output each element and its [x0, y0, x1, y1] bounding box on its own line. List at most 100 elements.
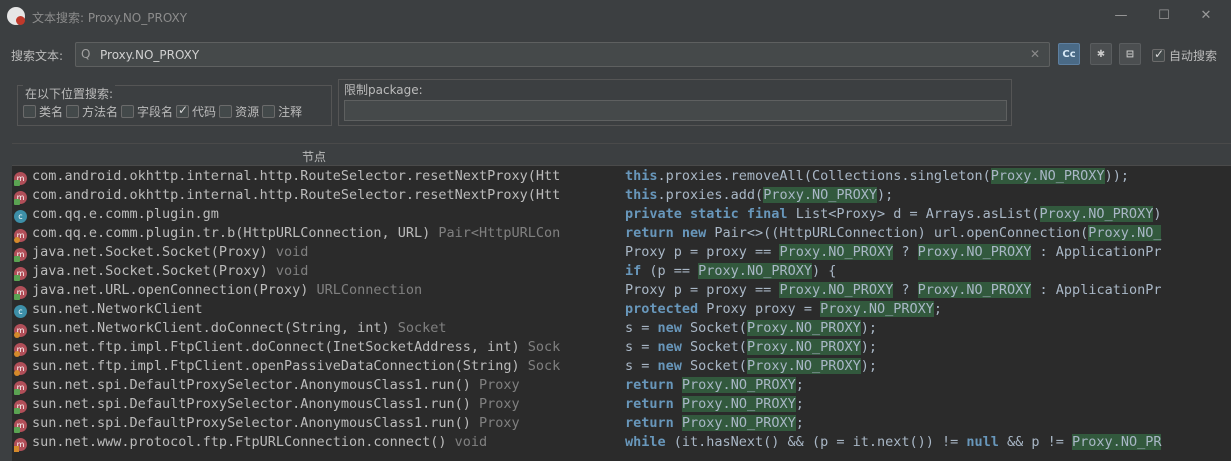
scope-checkbox[interactable]: [121, 105, 135, 118]
result-row[interactable]: m java.net.Socket.Socket(Proxy) void: [12, 243, 616, 262]
method-icon: m: [14, 419, 27, 433]
maximize-button[interactable]: ☐: [1149, 5, 1179, 27]
result-row[interactable]: c sun.net.NetworkClient: [12, 300, 616, 319]
match-highlight: Proxy.NO_PROXY: [990, 168, 1105, 184]
code-token: && p !=: [998, 434, 1073, 450]
method-icon: m: [14, 362, 27, 376]
result-code-line[interactable]: this.proxies.add(Proxy.NO_PROXY);: [625, 186, 1231, 205]
method-icon: m: [14, 324, 27, 338]
method-icon: m: [14, 229, 27, 243]
result-code-line[interactable]: s = new Socket(Proxy.NO_PROXY);: [625, 338, 1231, 357]
auto-search-checkbox[interactable]: [1152, 47, 1165, 62]
scope-checkbox[interactable]: [262, 105, 276, 118]
app-logo-icon: [7, 7, 25, 25]
result-code-line[interactable]: s = new Socket(Proxy.NO_PROXY);: [625, 319, 1231, 338]
scope-checkbox[interactable]: [219, 105, 233, 118]
result-row[interactable]: m sun.net.ftp.impl.FtpClient.doConnect(In…: [12, 338, 616, 357]
result-row[interactable]: m com.qq.e.comm.plugin.tr.b(HttpURLConnec…: [12, 224, 616, 243]
result-return-type: URLConnection: [308, 282, 423, 298]
auto-search-toggle[interactable]: 自动搜索: [1152, 47, 1217, 64]
title-bar: 文本搜索: Proxy.NO_PROXY — ☐ ✕: [0, 0, 1231, 34]
code-token: ?: [893, 282, 918, 298]
scope-option[interactable]: 方法名: [66, 103, 118, 120]
package-limit-title: 限制package:: [344, 83, 423, 97]
code-token: ) {: [811, 263, 837, 279]
code-token: if: [625, 263, 642, 279]
result-node-name: sun.net.NetworkClient.doConnect(String, …: [32, 320, 390, 336]
result-code-line[interactable]: if (p == Proxy.NO_PROXY) {: [625, 262, 1231, 281]
match-highlight: Proxy.NO_PROXY: [779, 282, 894, 298]
result-code-line[interactable]: protected Proxy proxy = Proxy.NO_PROXY;: [625, 300, 1231, 319]
result-row[interactable]: m sun.net.spi.DefaultProxySelector.Anonym…: [12, 376, 616, 395]
result-node-name: sun.net.spi.DefaultProxySelector.Anonymo…: [32, 377, 471, 393]
class-icon: c: [14, 210, 27, 223]
search-icon: Q: [81, 47, 91, 61]
result-row[interactable]: c com.qq.e.comm.plugin.gm: [12, 205, 616, 224]
search-value[interactable]: Proxy.NO_PROXY: [100, 48, 199, 62]
code-token: protected: [625, 301, 699, 317]
search-scope-group: 在以下位置搜索: 类名 方法名 字段名 代码 资源 注释: [17, 85, 332, 126]
minimize-button[interactable]: —: [1106, 5, 1136, 27]
code-token: ?: [893, 244, 918, 260]
scope-option[interactable]: 资源: [219, 103, 259, 120]
scope-option[interactable]: 注释: [262, 103, 302, 120]
result-code-line[interactable]: while (it.hasNext() && (p = it.next()) !…: [625, 433, 1231, 452]
method-icon: m: [14, 343, 27, 357]
result-row[interactable]: m sun.net.www.protocol.ftp.FtpURLConnecti…: [12, 433, 616, 452]
result-row[interactable]: m sun.net.spi.DefaultProxySelector.Anonym…: [12, 414, 616, 433]
result-row[interactable]: m com.android.okhttp.internal.http.RouteS…: [12, 186, 616, 205]
auto-search-label: 自动搜索: [1169, 49, 1218, 63]
column-header-node[interactable]: 节点: [302, 148, 326, 165]
result-row[interactable]: m sun.net.NetworkClient.doConnect(String,…: [12, 319, 616, 338]
code-token: s =: [625, 339, 658, 355]
result-code-line[interactable]: this.proxies.removeAll(Collections.singl…: [625, 167, 1231, 186]
result-row[interactable]: m sun.net.spi.DefaultProxySelector.Anonym…: [12, 395, 616, 414]
result-code-line[interactable]: s = new Socket(Proxy.NO_PROXY);: [625, 357, 1231, 376]
result-row[interactable]: m java.net.URL.openConnection(Proxy) URLC…: [12, 281, 616, 300]
code-token: (it.hasNext() && (p = it.next()) !=: [665, 434, 967, 450]
code-token: Proxy p = proxy ==: [625, 282, 780, 298]
code-token: (p ==: [641, 263, 699, 279]
clear-icon[interactable]: ✕: [1030, 47, 1040, 61]
result-code-line[interactable]: private static final List<Proxy> d = Arr…: [625, 205, 1231, 224]
result-code-line[interactable]: return Proxy.NO_PROXY;: [625, 395, 1231, 414]
scope-checkbox[interactable]: [23, 105, 36, 118]
code-token: .proxies.add(: [657, 187, 764, 203]
code-token: : ApplicationPr: [1031, 244, 1162, 260]
match-highlight: Proxy.NO_PROXY: [917, 244, 1032, 260]
match-highlight: Proxy.NO_PROXY: [681, 415, 796, 431]
code-token: ));: [1104, 168, 1129, 184]
scope-option-label: 资源: [235, 105, 260, 119]
result-code-line[interactable]: return new Pair<>((HttpURLConnection) ur…: [625, 224, 1231, 243]
match-highlight: Proxy.NO_PROXY: [746, 320, 861, 336]
code-token: );: [860, 358, 877, 374]
result-code-line[interactable]: Proxy p = proxy == Proxy.NO_PROXY ? Prox…: [625, 243, 1231, 262]
package-input[interactable]: [344, 100, 1007, 121]
scope-checkbox[interactable]: [176, 103, 190, 118]
code-token: );: [860, 339, 877, 355]
result-row[interactable]: m java.net.Socket.Socket(Proxy) void: [12, 262, 616, 281]
result-code-line[interactable]: Proxy p = proxy == Proxy.NO_PROXY ? Prox…: [625, 281, 1231, 300]
method-icon: m: [14, 248, 27, 262]
scope-checkbox[interactable]: [66, 105, 80, 118]
scope-option-label: 方法名: [82, 105, 119, 119]
code-token: Proxy p = proxy ==: [625, 244, 780, 260]
scope-option[interactable]: 类名: [23, 103, 63, 120]
package-filter-button[interactable]: ⊟: [1119, 43, 1141, 65]
regex-button[interactable]: ✱: [1090, 43, 1112, 65]
scope-option[interactable]: 字段名: [121, 103, 173, 120]
result-code-line[interactable]: return Proxy.NO_PROXY;: [625, 414, 1231, 433]
code-token: Pair<>((HttpURLConnection) url.openConne…: [706, 225, 1089, 241]
result-code-line[interactable]: return Proxy.NO_PROXY;: [625, 376, 1231, 395]
match-highlight: Proxy.NO_PROXY: [681, 396, 796, 412]
search-input[interactable]: Q Proxy.NO_PROXY ✕: [75, 42, 1050, 67]
case-sensitive-button[interactable]: Cc: [1058, 43, 1080, 65]
result-node-name: java.net.Socket.Socket(Proxy): [32, 244, 268, 260]
code-token: this: [625, 187, 658, 203]
close-button[interactable]: ✕: [1191, 5, 1221, 27]
result-row[interactable]: m sun.net.ftp.impl.FtpClient.openPassiveD…: [12, 357, 616, 376]
code-token: new: [657, 358, 682, 374]
result-row[interactable]: m com.android.okhttp.internal.http.RouteS…: [12, 167, 616, 186]
scope-option[interactable]: 代码: [176, 103, 216, 120]
